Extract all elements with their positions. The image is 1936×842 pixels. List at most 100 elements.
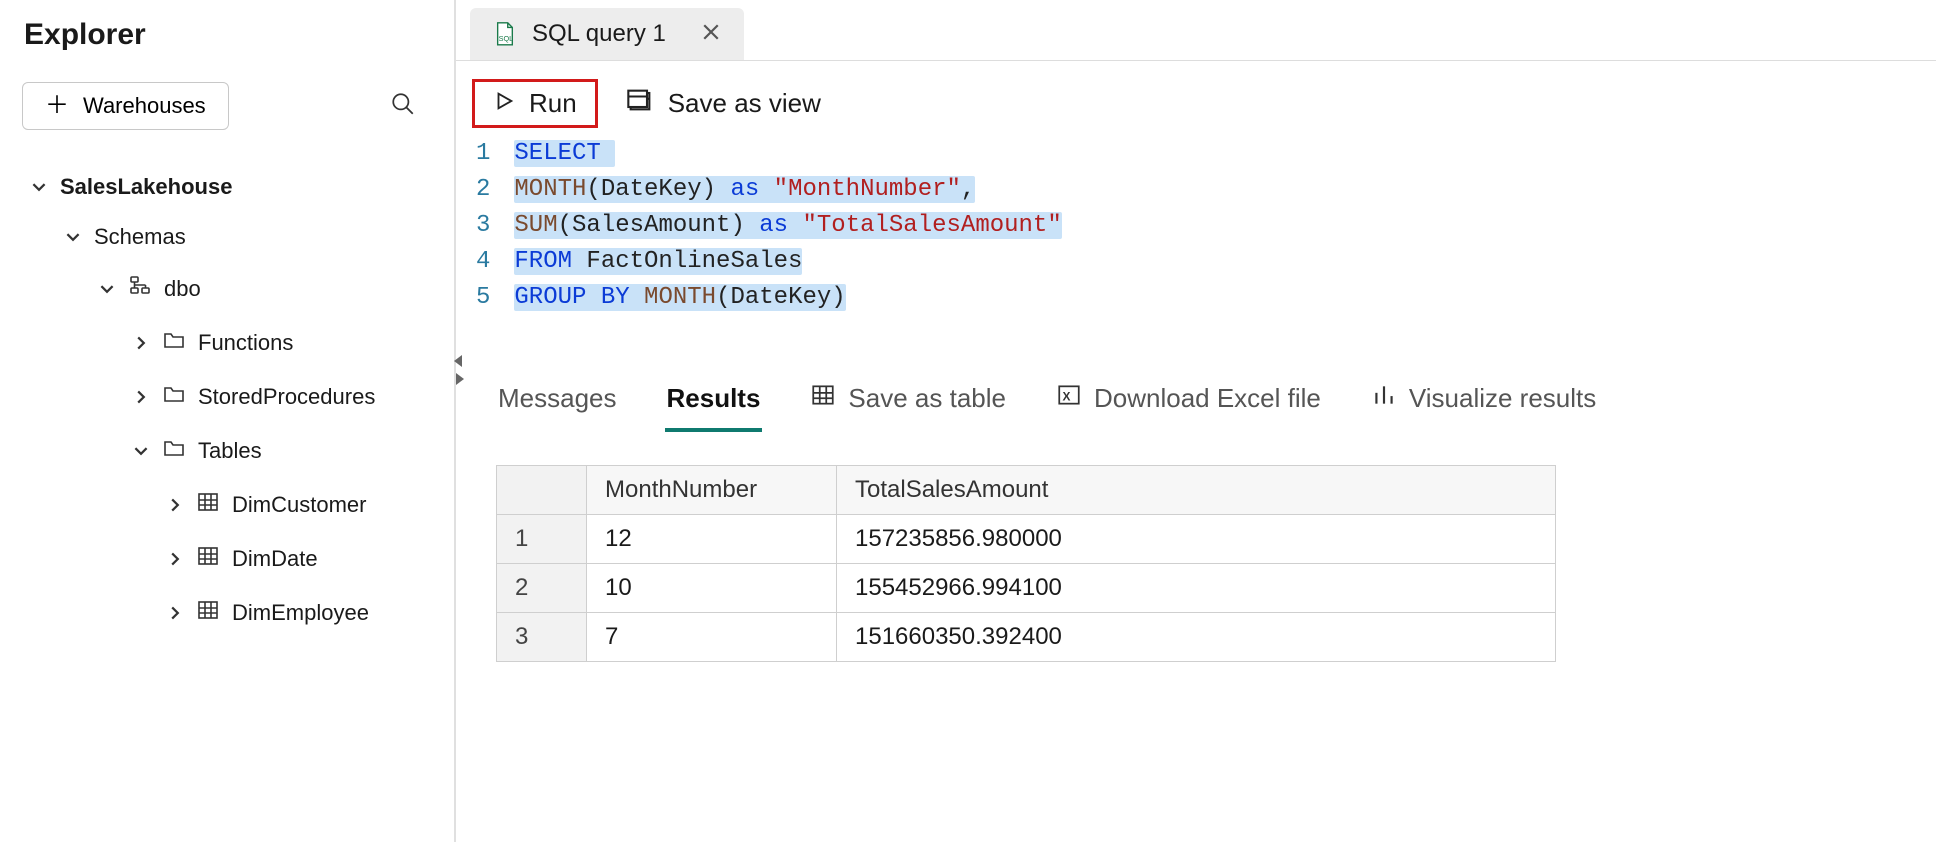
tree-root-label: SalesLakehouse [60, 174, 232, 200]
save-as-view-label: Save as view [668, 88, 821, 119]
chevron-right-icon [168, 600, 184, 626]
main-area: SQL SQL query 1 Run Save as view 1 2 3 [456, 0, 1936, 842]
tree-schemas[interactable]: Schemas [22, 212, 444, 262]
tree-functions[interactable]: Functions [22, 316, 444, 370]
line-number: 4 [476, 244, 490, 280]
download-excel-button[interactable]: X Download Excel file [1054, 374, 1323, 433]
code-line: SUM(SalesAmount) as "TotalSalesAmount" [514, 208, 1061, 244]
results-toolbar: Messages Results Save as table X Downloa… [496, 374, 1936, 443]
editor-tabbar: SQL SQL query 1 [456, 0, 1936, 61]
add-warehouses-button[interactable]: ＋ Warehouses [22, 82, 229, 130]
tree-functions-label: Functions [198, 330, 293, 356]
tree-table-label: DimCustomer [232, 492, 366, 518]
results-cell-total: 157235856.980000 [837, 515, 1556, 564]
results-header-rownum [497, 466, 587, 515]
tree-table-dimemployee[interactable]: DimEmployee [22, 586, 444, 640]
sql-editor[interactable]: 1 2 3 4 5 SELECT MONTH(DateKey) as "Mont… [456, 132, 1936, 316]
code-line: MONTH(DateKey) as "MonthNumber", [514, 172, 1061, 208]
line-number: 2 [476, 172, 490, 208]
table-icon [196, 544, 220, 574]
explorer-tree: SalesLakehouse Schemas dbo [22, 162, 444, 640]
warehouses-button-label: Warehouses [83, 93, 206, 119]
save-as-table-button[interactable]: Save as table [808, 374, 1008, 433]
results-tab-label: Messages [498, 383, 617, 414]
results-row[interactable]: 3 7 151660350.392400 [497, 613, 1556, 662]
tree-tables-label: Tables [198, 438, 262, 464]
svg-text:X: X [1062, 389, 1070, 403]
code-line: SELECT [514, 136, 1061, 172]
results-cell-rownum: 3 [497, 613, 587, 662]
tree-root-saleslakehouse[interactable]: SalesLakehouse [22, 162, 444, 212]
results-cell-rownum: 1 [497, 515, 587, 564]
results-header-totalsalesamount[interactable]: TotalSalesAmount [837, 466, 1556, 515]
results-header-monthnumber[interactable]: MonthNumber [587, 466, 837, 515]
save-as-view-button[interactable]: Save as view [626, 86, 821, 121]
explorer-title: Explorer [24, 18, 444, 52]
folder-icon [162, 382, 186, 412]
tree-table-dimcustomer[interactable]: DimCustomer [22, 478, 444, 532]
results-row[interactable]: 1 12 157235856.980000 [497, 515, 1556, 564]
search-icon[interactable] [390, 91, 416, 122]
code-line: FROM FactOnlineSales [514, 244, 1061, 280]
editor-tab-sqlquery1[interactable]: SQL SQL query 1 [470, 8, 744, 60]
results-row[interactable]: 2 10 155452966.994100 [497, 564, 1556, 613]
plus-icon: ＋ [45, 94, 69, 118]
table-icon [810, 382, 836, 415]
line-number: 5 [476, 280, 490, 316]
results-cell-month: 12 [587, 515, 837, 564]
tree-storedprocedures[interactable]: StoredProcedures [22, 370, 444, 424]
visualize-results-label: Visualize results [1409, 383, 1596, 414]
results-tab-messages[interactable]: Messages [496, 375, 619, 432]
folder-icon [162, 328, 186, 358]
results-cell-rownum: 2 [497, 564, 587, 613]
editor-gutter: 1 2 3 4 5 [476, 136, 514, 316]
tree-tables[interactable]: Tables [22, 424, 444, 478]
run-button[interactable]: Run [472, 79, 598, 128]
chart-icon [1371, 382, 1397, 415]
tree-dbo-label: dbo [164, 276, 201, 302]
tree-storedprocedures-label: StoredProcedures [198, 384, 375, 410]
save-as-table-label: Save as table [848, 383, 1006, 414]
chevron-down-icon [100, 276, 116, 302]
play-icon [493, 88, 515, 119]
tree-dbo[interactable]: dbo [22, 262, 444, 316]
line-number: 3 [476, 208, 490, 244]
chevron-right-icon [134, 330, 150, 356]
chevron-down-icon [134, 438, 150, 464]
code-line: GROUP BY MONTH(DateKey) [514, 280, 1061, 316]
editor-toolbar: Run Save as view [456, 61, 1936, 132]
chevron-right-icon [168, 492, 184, 518]
sql-file-icon: SQL [494, 21, 516, 47]
excel-icon: X [1056, 382, 1082, 415]
results-header-row: MonthNumber TotalSalesAmount [497, 466, 1556, 515]
results-cell-month: 10 [587, 564, 837, 613]
schema-icon [128, 274, 152, 304]
results-cell-month: 7 [587, 613, 837, 662]
results-tab-label: Results [667, 383, 761, 414]
run-button-label: Run [529, 88, 577, 119]
chevron-right-icon [134, 384, 150, 410]
explorer-sidebar: Explorer ＋ Warehouses SalesLakehouse Sch… [0, 0, 456, 842]
results-tab-results[interactable]: Results [665, 375, 763, 432]
explorer-top-row: ＋ Warehouses [22, 82, 444, 130]
chevron-down-icon [66, 224, 82, 250]
download-excel-label: Download Excel file [1094, 383, 1321, 414]
chevron-down-icon [32, 174, 48, 200]
results-cell-total: 155452966.994100 [837, 564, 1556, 613]
visualize-results-button[interactable]: Visualize results [1369, 374, 1598, 433]
results-grid[interactable]: MonthNumber TotalSalesAmount 1 12 157235… [496, 465, 1556, 662]
line-number: 1 [476, 136, 490, 172]
results-panel: Messages Results Save as table X Downloa… [456, 374, 1936, 662]
tree-table-label: DimDate [232, 546, 318, 572]
svg-text:SQL: SQL [499, 34, 514, 43]
table-icon [196, 490, 220, 520]
close-icon[interactable] [702, 20, 720, 48]
save-as-view-icon [626, 86, 654, 121]
tree-table-dimdate[interactable]: DimDate [22, 532, 444, 586]
tree-schemas-label: Schemas [94, 224, 186, 250]
table-icon [196, 598, 220, 628]
editor-code[interactable]: SELECT MONTH(DateKey) as "MonthNumber", … [514, 136, 1061, 316]
chevron-right-icon [168, 546, 184, 572]
results-cell-total: 151660350.392400 [837, 613, 1556, 662]
tree-table-label: DimEmployee [232, 600, 369, 626]
